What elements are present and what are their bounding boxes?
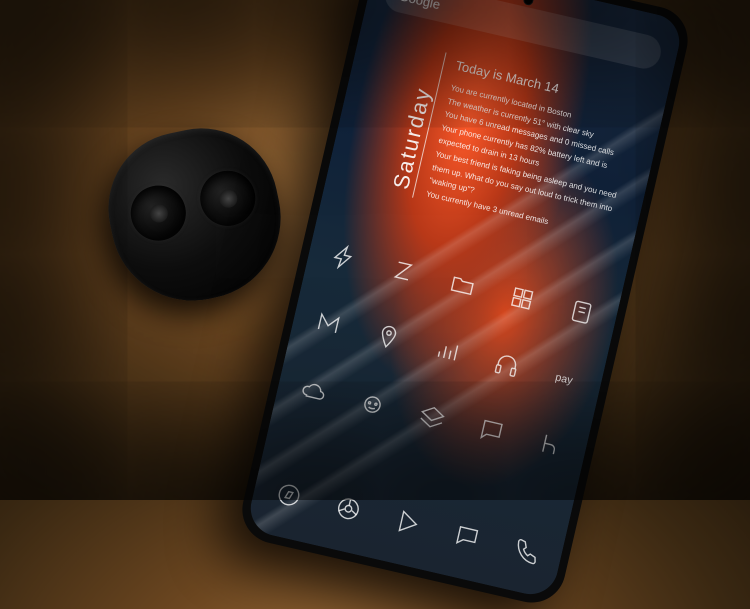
phone-screen[interactable]: Google Saturday Today is March 14 You ar… bbox=[245, 0, 685, 600]
chrome-icon[interactable] bbox=[328, 488, 369, 529]
pay-icon[interactable]: pay bbox=[546, 358, 587, 399]
mic-icon[interactable] bbox=[645, 45, 648, 60]
grid-icon[interactable] bbox=[502, 278, 543, 319]
folder-icon[interactable] bbox=[442, 264, 483, 305]
earbud-right bbox=[195, 166, 260, 231]
phone-icon[interactable] bbox=[506, 530, 547, 571]
svg-text:pay: pay bbox=[554, 371, 574, 387]
note-icon[interactable] bbox=[561, 292, 602, 333]
dock-row bbox=[269, 475, 548, 571]
m-icon[interactable] bbox=[308, 303, 349, 344]
layers-icon[interactable] bbox=[412, 397, 453, 438]
headphones-icon[interactable] bbox=[487, 344, 528, 385]
play-icon[interactable] bbox=[387, 502, 428, 543]
search-label: Google bbox=[398, 0, 442, 12]
chat-icon[interactable] bbox=[471, 411, 512, 452]
earbuds-case bbox=[94, 114, 296, 316]
earbud-left bbox=[126, 180, 191, 245]
reddit-icon[interactable] bbox=[352, 383, 393, 424]
bars-icon[interactable] bbox=[427, 331, 468, 372]
z-icon[interactable] bbox=[383, 251, 424, 292]
camera-hole bbox=[522, 0, 534, 6]
cloud-icon[interactable] bbox=[293, 369, 334, 410]
lightning-icon[interactable] bbox=[323, 237, 364, 278]
info-widget: Saturday Today is March 14 You are curre… bbox=[379, 44, 651, 245]
hulu-icon[interactable] bbox=[531, 424, 572, 465]
compass-icon[interactable] bbox=[269, 475, 310, 516]
messages-icon[interactable] bbox=[447, 516, 488, 557]
smartphone: Google Saturday Today is March 14 You ar… bbox=[236, 0, 695, 609]
info-lines: Today is March 14 You are currently loca… bbox=[413, 52, 651, 245]
pin-icon[interactable] bbox=[368, 317, 409, 358]
